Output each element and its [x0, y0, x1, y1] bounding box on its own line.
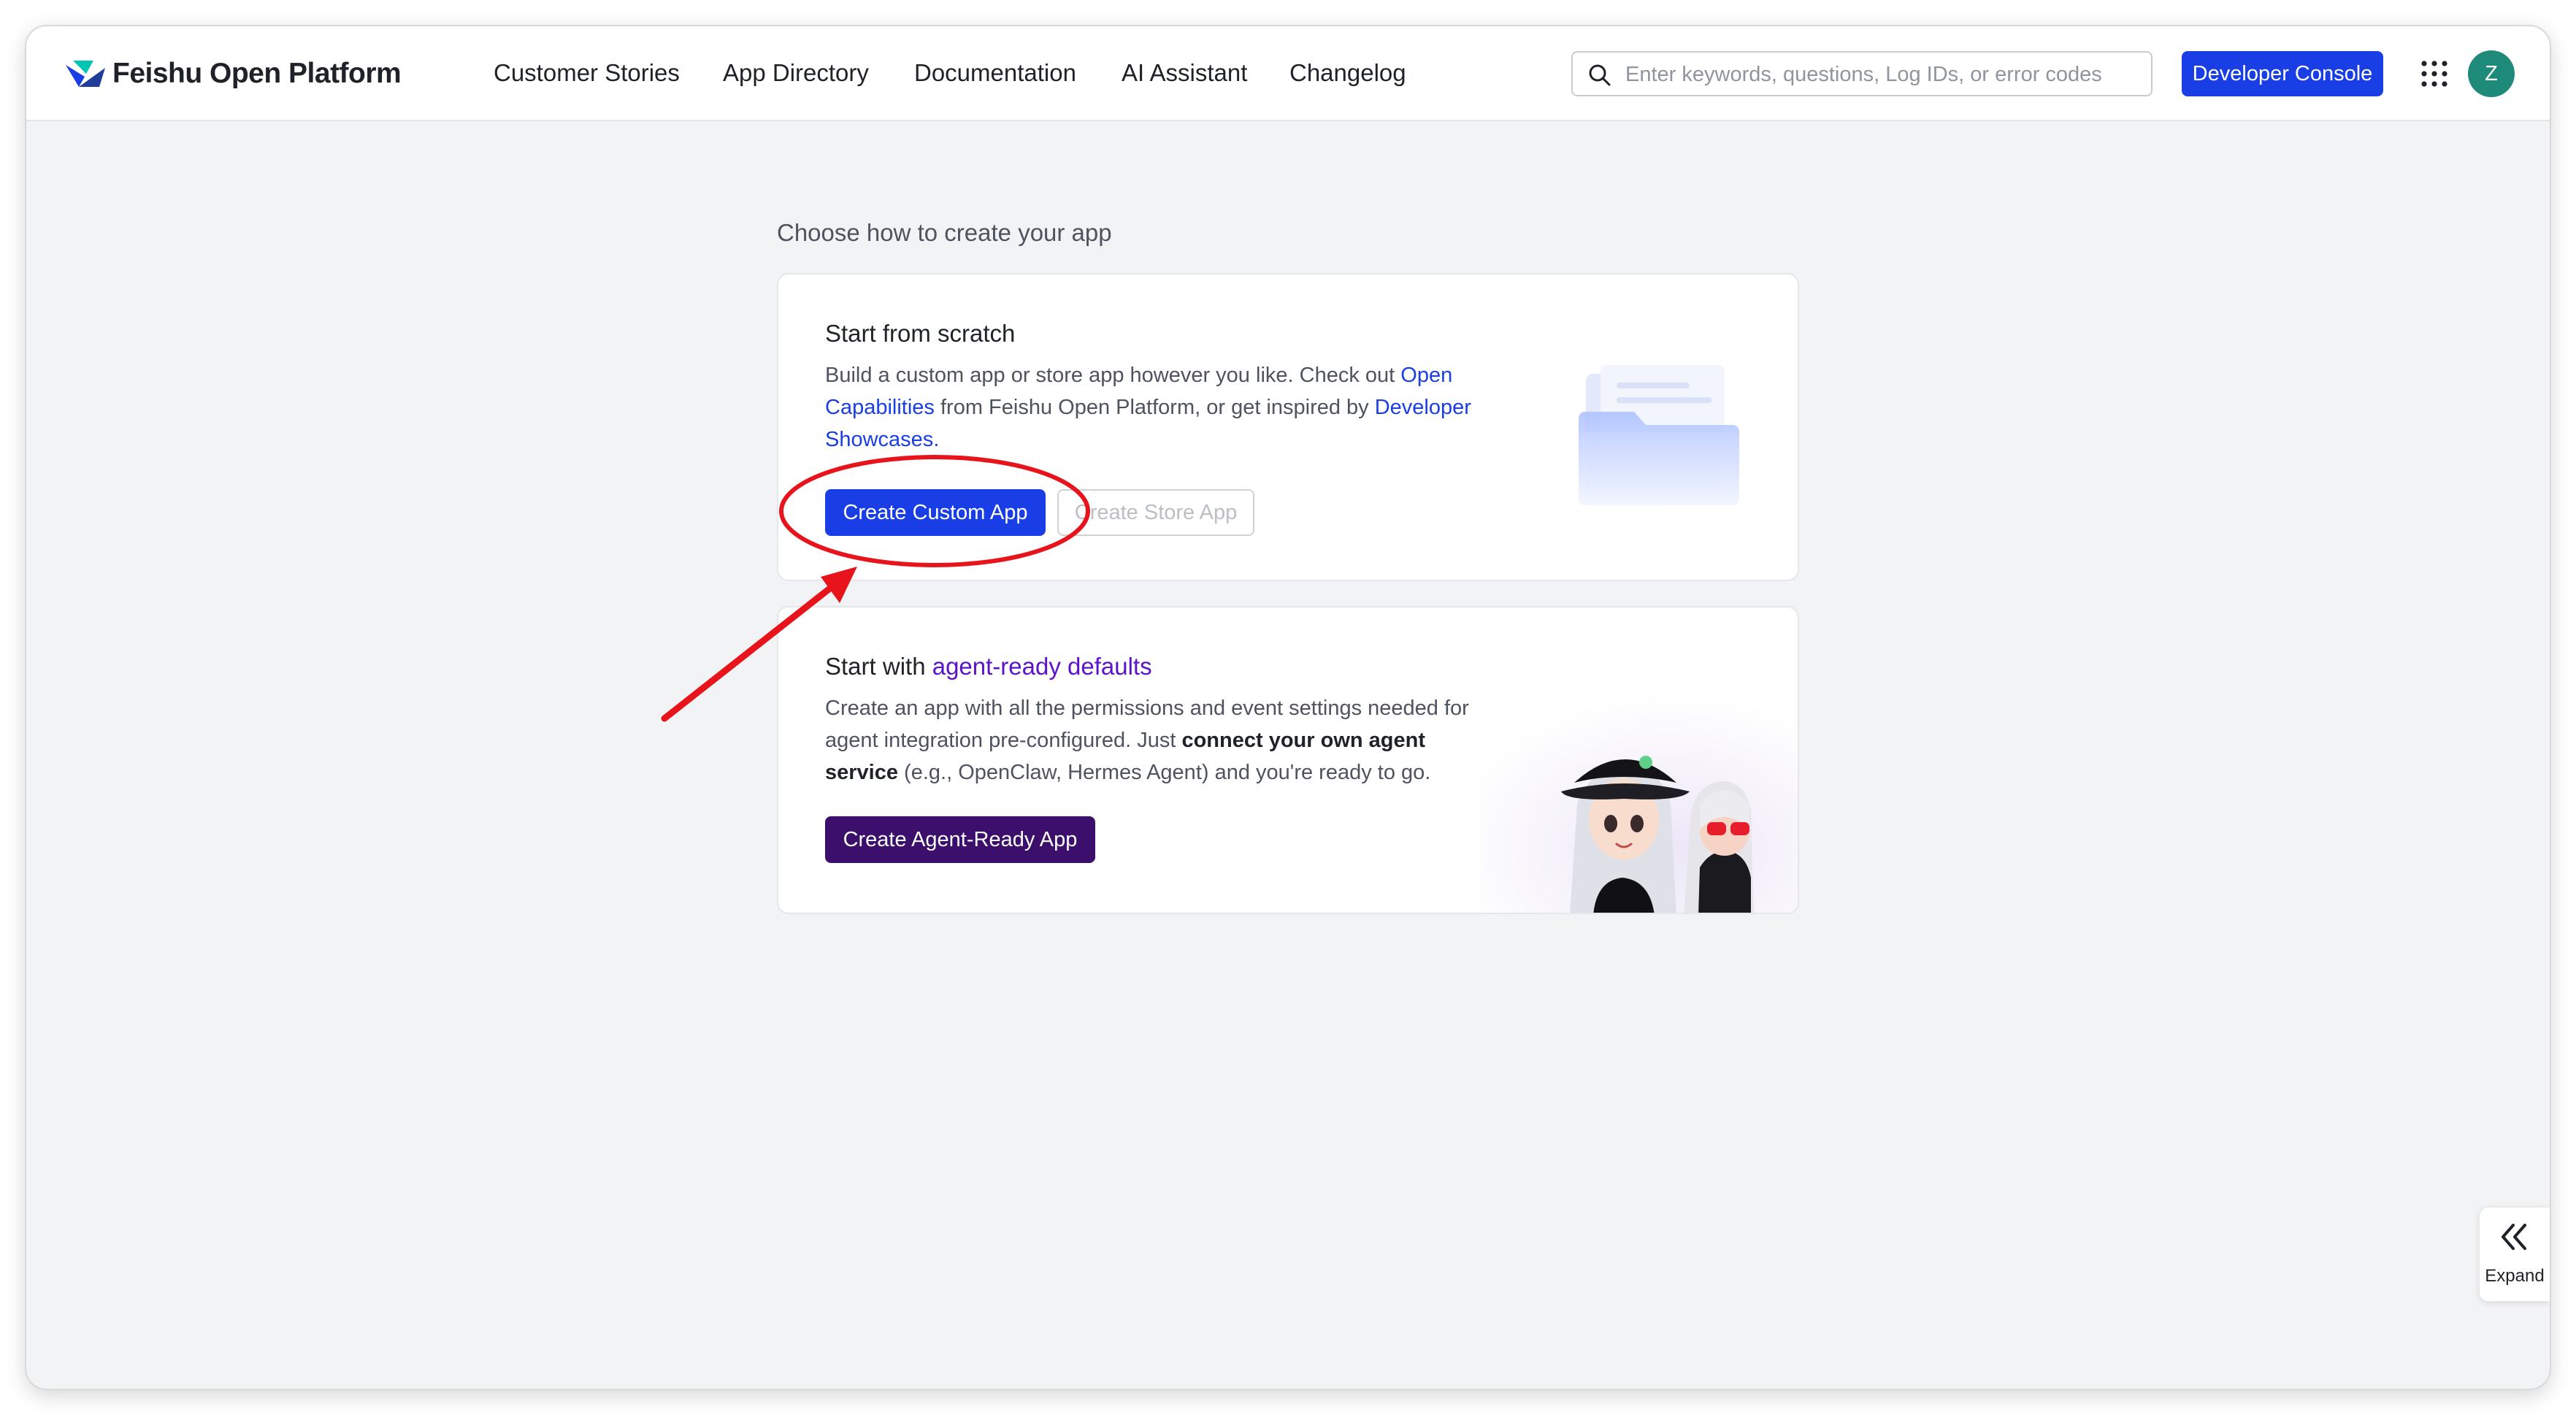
page-heading: Choose how to create your app — [777, 219, 1112, 246]
agent-desc-text-2: (e.g., OpenClaw, Hermes Agent) and you'r… — [898, 761, 1431, 784]
agent-ready-card: Start with agent-ready defaults Create a… — [777, 606, 1799, 914]
brand-name: Feishu Open Platform — [112, 58, 402, 89]
scratch-desc-period: . — [933, 428, 940, 451]
developer-console-button[interactable]: Developer Console — [2182, 51, 2383, 96]
apps-grid-icon[interactable] — [2420, 59, 2449, 88]
start-from-scratch-card: Start from scratch Build a custom app or… — [777, 273, 1799, 581]
feishu-logo-icon — [66, 61, 105, 87]
search-icon — [1589, 64, 1611, 86]
expand-panel-button[interactable]: Expand — [2480, 1208, 2550, 1301]
agent-characters-illustration — [1479, 695, 1798, 913]
scratch-desc-text-1: Build a custom app or store app however … — [825, 364, 1401, 387]
top-header: Feishu Open Platform Customer Stories Ap… — [26, 26, 2550, 121]
nav-app-directory[interactable]: App Directory — [723, 26, 869, 120]
create-agent-ready-app-button[interactable]: Create Agent-Ready App — [825, 816, 1095, 863]
scratch-title: Start from scratch — [825, 320, 1016, 347]
search-input[interactable] — [1624, 55, 2138, 93]
brand-logo[interactable]: Feishu Open Platform — [64, 54, 402, 93]
expand-label: Expand — [2485, 1266, 2545, 1286]
create-store-app-button[interactable]: Create Store App — [1057, 489, 1254, 536]
agent-description: Create an app with all the permissions a… — [825, 692, 1482, 789]
search-box[interactable] — [1571, 51, 2153, 96]
create-custom-app-button[interactable]: Create Custom App — [825, 489, 1046, 536]
agent-title-highlight: agent-ready defaults — [932, 653, 1152, 680]
nav-ai-assistant[interactable]: AI Assistant — [1122, 26, 1247, 120]
scratch-desc-text-2: from Feishu Open Platform, or get inspir… — [934, 396, 1375, 419]
double-chevron-left-icon — [2502, 1224, 2526, 1250]
nav-customer-stories[interactable]: Customer Stories — [494, 26, 680, 120]
agent-title: Start with agent-ready defaults — [825, 653, 1152, 680]
folder-illustration — [1579, 365, 1739, 505]
user-avatar[interactable]: Z — [2468, 50, 2515, 97]
agent-title-prefix: Start with — [825, 653, 932, 680]
nav-documentation[interactable]: Documentation — [914, 26, 1076, 120]
nav-changelog[interactable]: Changelog — [1289, 26, 1406, 120]
scratch-description: Build a custom app or store app however … — [825, 359, 1482, 456]
browser-window: Feishu Open Platform Customer Stories Ap… — [26, 26, 2550, 1389]
